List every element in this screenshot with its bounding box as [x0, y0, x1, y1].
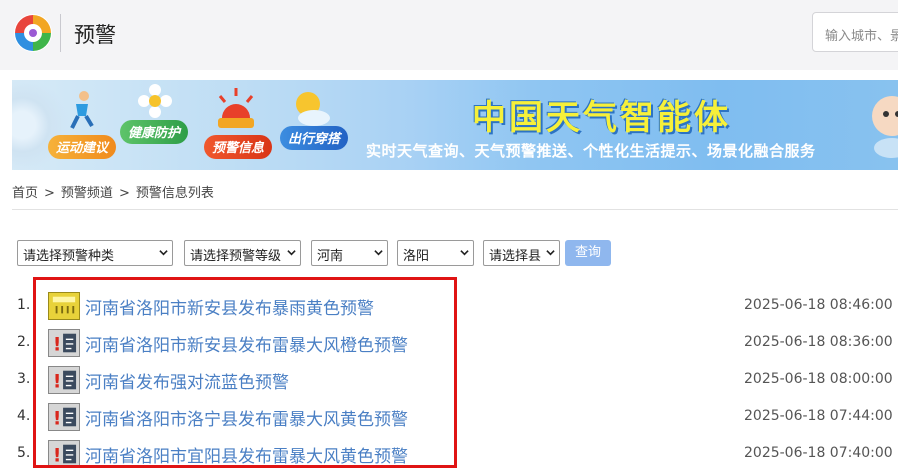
chevron-down-icon: [287, 250, 296, 256]
item-index: 5.: [17, 445, 31, 461]
banner-title: 中国天气智能体: [472, 98, 731, 138]
breadcrumb-separator: >: [44, 186, 55, 201]
item-index: 1.: [17, 297, 31, 313]
breadcrumb-channel[interactable]: 预警频道: [61, 186, 113, 201]
daisy-flower-icon: [138, 84, 172, 118]
warning-level-value: 请选择预警等级: [190, 249, 282, 264]
highlight-box: [33, 277, 457, 468]
banner-tag-sport: 运动建议: [48, 135, 117, 159]
banner-tag-warning: 预警信息: [204, 135, 273, 159]
alarm-siren-icon: [218, 88, 254, 128]
chevron-down-icon: [159, 250, 168, 256]
breadcrumb-divider: [12, 209, 898, 210]
warning-level-select[interactable]: 请选择预警等级: [184, 240, 301, 266]
banner-subtitle: 实时天气查询、天气预警推送、个性化生活提示、场景化融合服务: [366, 142, 816, 160]
query-button[interactable]: 查询: [565, 240, 611, 266]
province-value: 河南: [317, 249, 344, 264]
breadcrumb-home[interactable]: 首页: [12, 186, 38, 201]
breadcrumb-current: 预警信息列表: [135, 186, 214, 201]
ai-agent-banner[interactable]: 运动建议 健康防护 预警信息 出行穿搭 中国天气智能体 实时天气查询、天气预警推…: [12, 80, 898, 170]
city-search-input[interactable]: 输入城市、景: [812, 12, 898, 52]
alert-time: 2025-06-18 08:46:00: [744, 297, 893, 313]
county-value: 请选择县: [489, 249, 542, 264]
banner-tag-travel: 出行穿搭: [280, 126, 349, 150]
header-divider: [60, 14, 61, 52]
item-index: 2.: [17, 334, 31, 350]
weather-logo-icon[interactable]: [12, 12, 54, 54]
breadcrumb-separator: >: [118, 186, 130, 201]
county-select[interactable]: 请选择县: [483, 240, 560, 266]
warning-type-select[interactable]: 请选择预警种类: [17, 240, 173, 266]
item-index: 3.: [17, 371, 31, 387]
alert-time: 2025-06-18 07:44:00: [744, 408, 893, 424]
warning-type-value: 请选择预警种类: [23, 249, 115, 264]
breadcrumb: 首页 > 预警频道 > 预警信息列表: [12, 182, 220, 201]
chevron-down-icon: [460, 250, 469, 256]
alert-time: 2025-06-18 08:36:00: [744, 334, 893, 350]
chevron-down-icon: [374, 250, 383, 256]
page-title: 预警: [74, 23, 116, 47]
city-select[interactable]: 洛阳: [397, 240, 474, 266]
running-person-icon: [70, 91, 94, 129]
chevron-down-icon: [546, 250, 555, 256]
alert-time: 2025-06-18 07:40:00: [744, 445, 893, 461]
province-select[interactable]: 河南: [311, 240, 388, 266]
alert-time: 2025-06-18 08:00:00: [744, 371, 893, 387]
sun-cloud-icon: [296, 92, 330, 126]
top-header: 预警 输入城市、景: [0, 0, 898, 70]
banner-tag-health: 健康防护: [120, 120, 189, 144]
city-value: 洛阳: [403, 249, 430, 264]
mascot-icon: [872, 96, 898, 158]
item-index: 4.: [17, 408, 31, 424]
